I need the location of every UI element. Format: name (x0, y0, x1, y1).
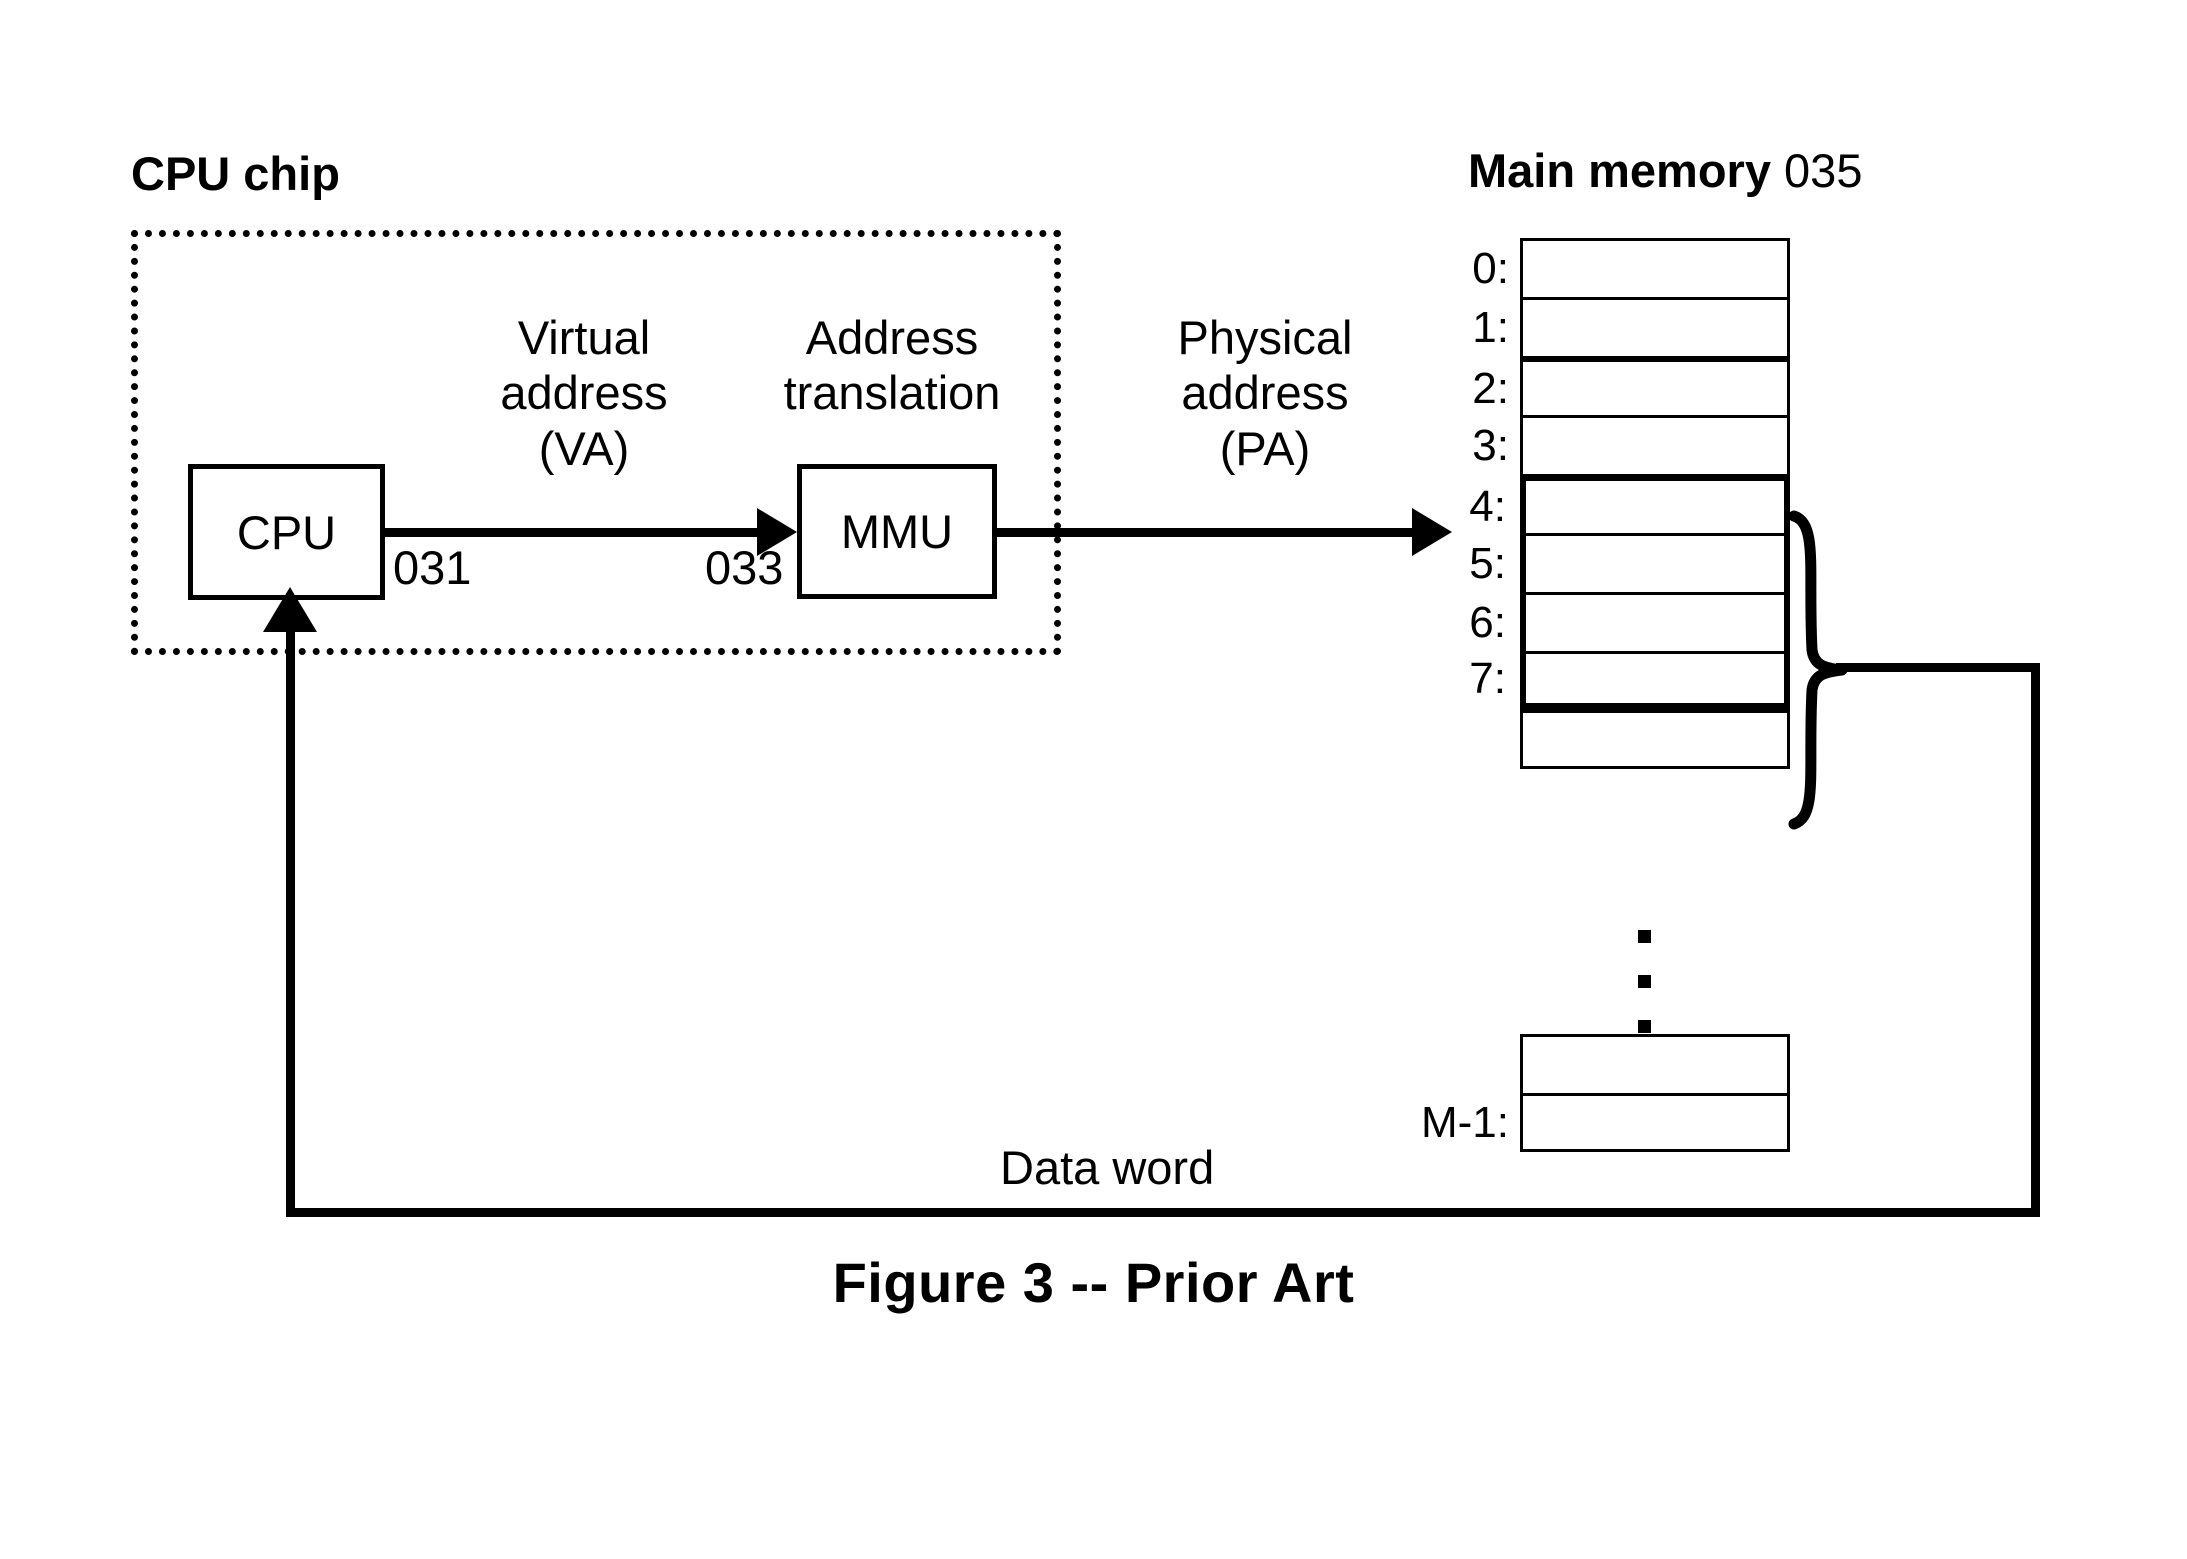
memory-row: 7: (1469, 651, 1790, 710)
mmu-box: MMU (797, 464, 997, 599)
memory-row-label: 6: (1469, 598, 1506, 647)
figure-canvas: CPU chip Main memory 035 CPU MMU 031 033… (0, 0, 2187, 1559)
memory-row-label: M-1: (1421, 1097, 1509, 1147)
memory-row-label: 2: (1472, 363, 1509, 413)
memory-row: 3: (1472, 415, 1790, 474)
figure-caption: Figure 3 -- Prior Art (832, 1251, 1355, 1314)
main-memory-ref-number: 035 (1784, 144, 1863, 197)
memory-row-label: 5: (1469, 539, 1506, 588)
data-word-right-line (2031, 663, 2040, 1217)
memory-row: M-1: (1421, 1093, 1790, 1152)
physical-address-label: Physical address (PA) (1177, 311, 1353, 475)
virtual-address-arrow-icon (757, 508, 797, 556)
data-word-bottom-line (286, 1208, 2040, 1217)
memory-row: 2: (1472, 356, 1790, 415)
data-word-top-line (1836, 663, 2040, 672)
physical-address-line (997, 528, 1422, 537)
virtual-address-line (385, 528, 765, 537)
main-memory-title: Main memory 035 (1468, 143, 1862, 198)
data-word-left-line (286, 615, 295, 1215)
main-memory-lower-block: M-1: (1421, 1034, 1790, 1152)
virtual-address-label: Virtual address (VA) (500, 311, 668, 475)
memory-row-label: 0: (1472, 244, 1509, 293)
memory-row: 5: (1469, 533, 1790, 592)
memory-row (1520, 1034, 1790, 1093)
data-word-arrow-icon (263, 587, 317, 632)
memory-row (1520, 710, 1790, 769)
memory-row: 4: (1469, 474, 1790, 533)
cpu-ref-number: 031 (393, 541, 472, 594)
memory-row-label: 3: (1472, 421, 1509, 470)
memory-row: 1: (1472, 297, 1790, 356)
cpu-box: CPU (188, 464, 385, 600)
main-memory-upper-block: 0: 1: 2: 3: 4: 5: 6: 7: (1469, 238, 1790, 769)
cpu-chip-title: CPU chip (131, 147, 340, 200)
data-word-label: Data word (1000, 1141, 1215, 1194)
main-memory-title-text: Main memory (1468, 144, 1785, 197)
memory-row: 0: (1472, 238, 1790, 297)
memory-row-label: 7: (1469, 653, 1506, 703)
memory-row-label: 4: (1469, 482, 1506, 531)
memory-row: 6: (1469, 592, 1790, 651)
address-translation-label: Address translation (783, 311, 1001, 420)
memory-row-label: 1: (1472, 303, 1509, 352)
physical-address-arrow-icon (1412, 508, 1452, 556)
